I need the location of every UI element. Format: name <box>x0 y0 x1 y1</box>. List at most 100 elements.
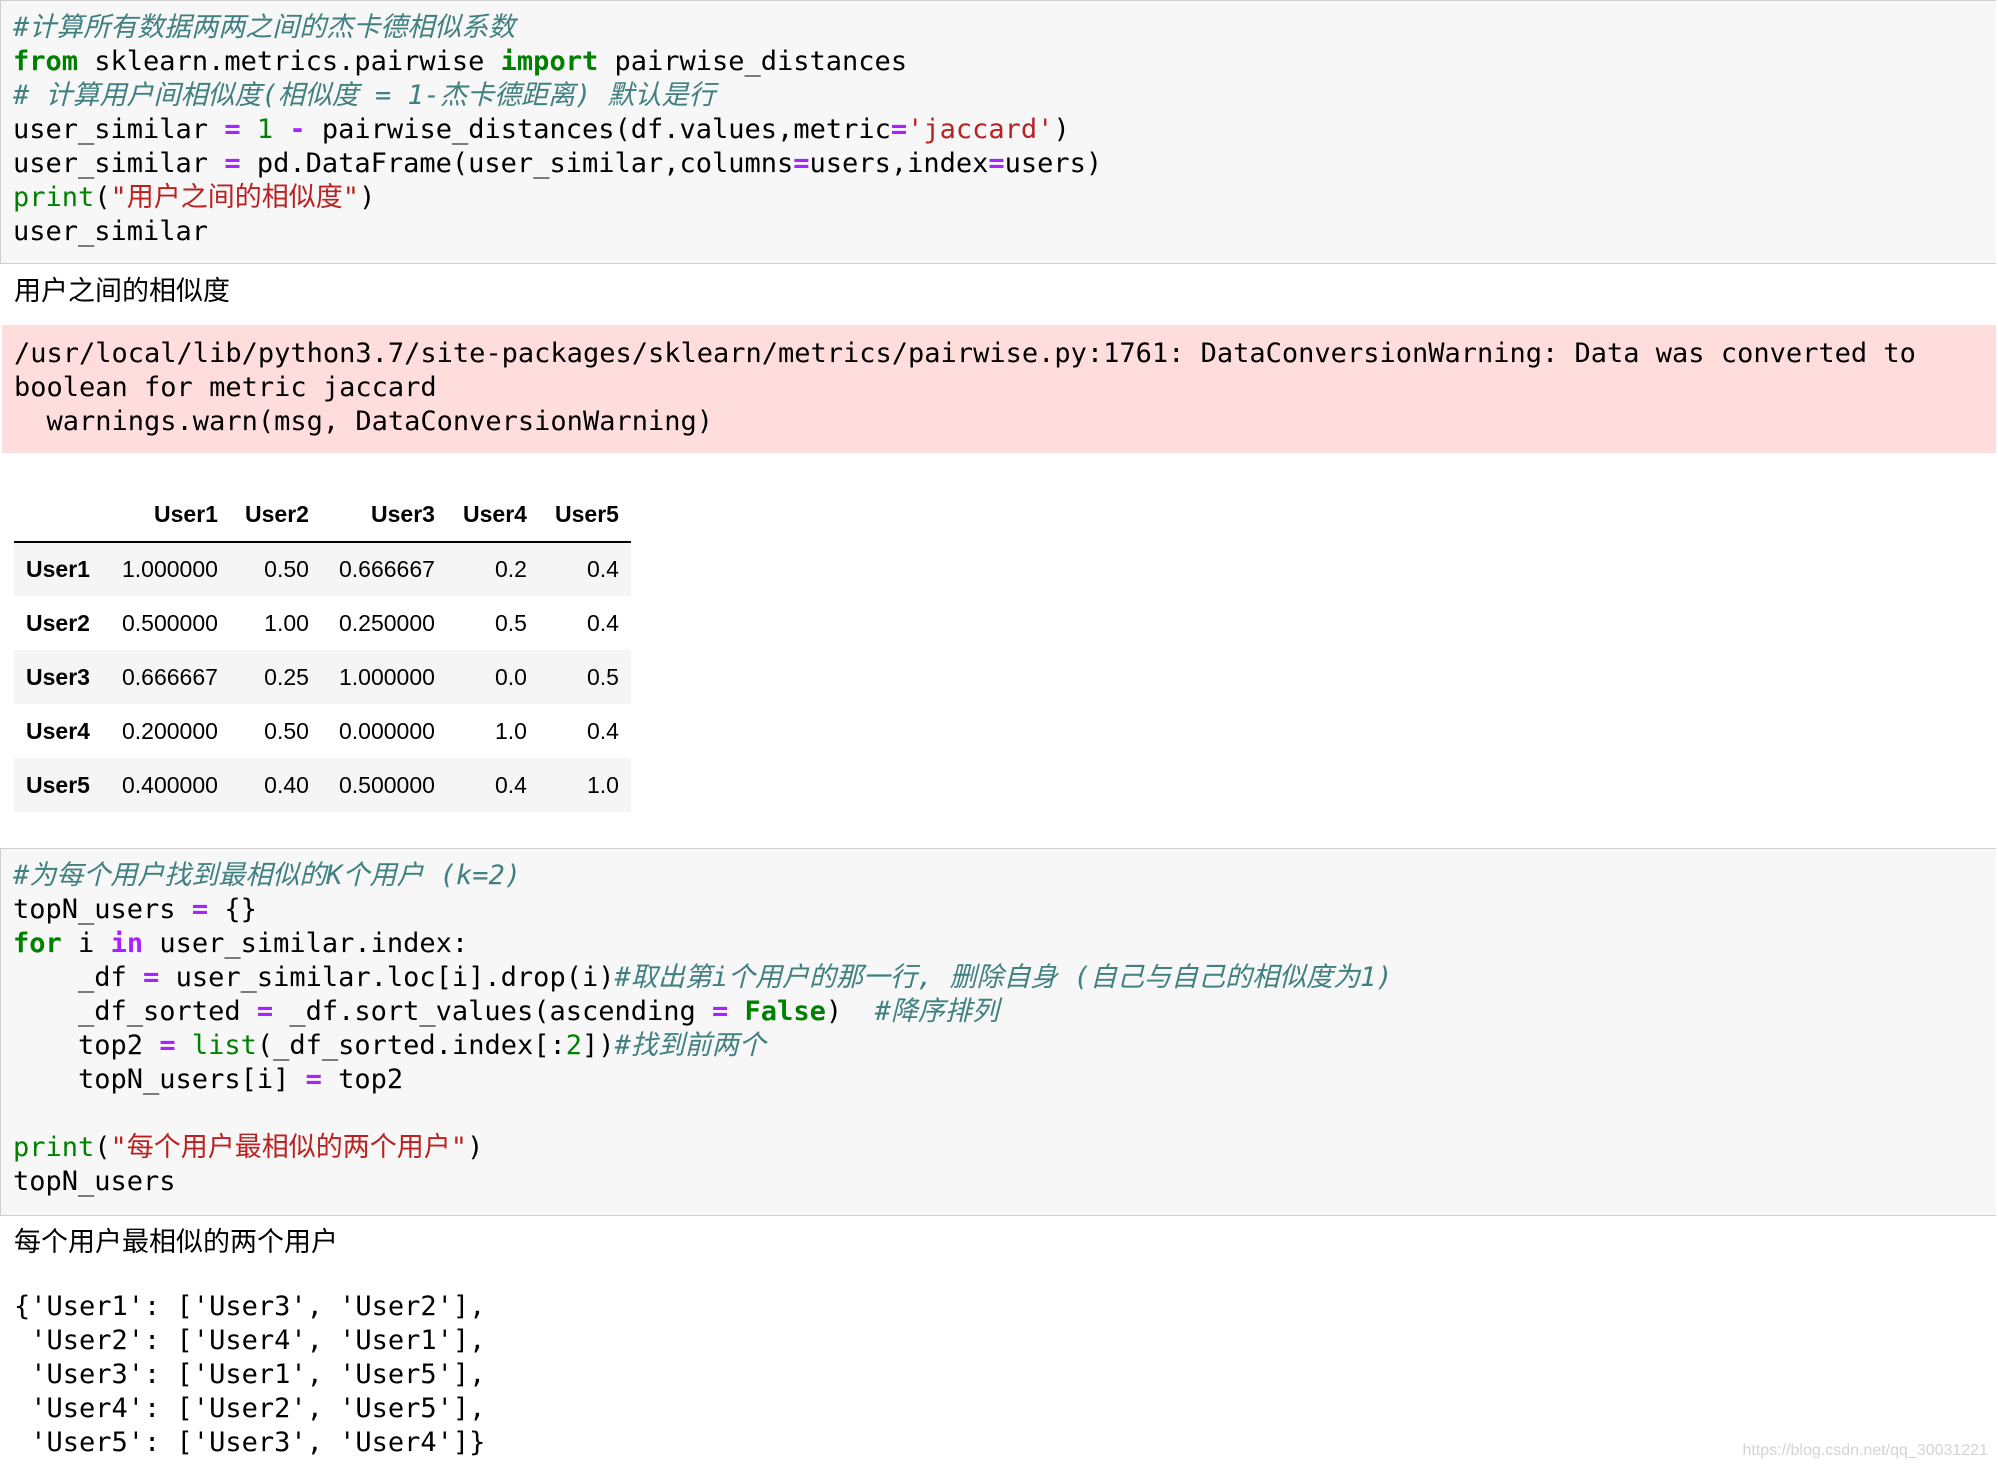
column-header: User2 <box>229 488 321 543</box>
table-cell: 0.200000 <box>122 717 218 744</box>
code-token: = <box>143 962 160 993</box>
warning-output: /usr/local/lib/python3.7/site-packages/s… <box>2 325 1996 453</box>
code-token: {} <box>208 894 257 925</box>
table-cell: 0.50 <box>264 556 309 582</box>
code-token: ) <box>1053 114 1070 145</box>
table-cell: 0.250000 <box>339 609 435 636</box>
column-header: User3 <box>320 488 447 543</box>
code-token: 'jaccard' <box>907 114 1054 145</box>
code-token: _df <box>13 962 144 993</box>
code-token: pd.DataFrame(user_similar,columns <box>240 148 794 179</box>
row-index-label: User3 <box>26 663 90 690</box>
code-token: - <box>289 114 306 145</box>
table-row: User5 0.400000 0.40 0.500000 0.4 1.0 <box>14 758 631 812</box>
code-token: user_similar.loc[i].drop(i) <box>159 962 615 993</box>
table-cell: 0.2 <box>494 556 527 582</box>
code-editor[interactable]: #为每个用户找到最相似的K个用户 (k=2) topN_users = {} f… <box>13 859 1393 1199</box>
code-token: users,index <box>809 148 989 179</box>
table-cell: 0.666667 <box>339 556 435 582</box>
table-cell: 0.40 <box>264 771 309 798</box>
code-token: = <box>712 996 729 1027</box>
table-cell: 0.500000 <box>122 609 218 636</box>
column-header: User4 <box>446 488 539 543</box>
code-token: topN_users <box>13 1166 176 1197</box>
table-index-header <box>14 488 110 543</box>
code-token: #计算所有数据两两之间的杰卡德相似系数 <box>13 12 516 43</box>
table-cell: 0.4 <box>586 609 619 636</box>
code-token: (_df_sorted.index[: <box>256 1030 566 1061</box>
row-index-label: User5 <box>26 771 90 798</box>
code-token: = <box>256 996 274 1027</box>
code-token: ( <box>94 1132 111 1163</box>
code-token: user_similar <box>13 148 225 179</box>
table-row: User4 0.200000 0.50 0.000000 1.0 0.4 <box>14 704 631 758</box>
code-token: users) <box>1004 148 1103 179</box>
code-token: print <box>13 182 95 213</box>
code-token: 1 <box>256 114 274 145</box>
table-cell: 0.50 <box>264 717 309 744</box>
code-token: print <box>13 1132 95 1163</box>
row-index-label: User1 <box>26 556 90 582</box>
table-cell: 1.0 <box>586 771 619 798</box>
table-cell: 0.4 <box>586 556 619 582</box>
code-token: ]) <box>582 1030 615 1061</box>
code-token: = <box>224 148 241 179</box>
code-token: _df_sorted <box>13 996 257 1027</box>
code-token: = <box>191 894 209 925</box>
code-token: import <box>500 46 599 77</box>
table-cell: 0.500000 <box>339 771 435 798</box>
code-token: ) <box>359 182 376 213</box>
code-token: user_similar <box>13 216 209 247</box>
code-editor[interactable]: #计算所有数据两两之间的杰卡德相似系数 from sklearn.metrics… <box>13 11 1102 249</box>
table-cell: 1.000000 <box>122 556 218 582</box>
code-token: "每个用户最相似的两个用户" <box>110 1132 468 1163</box>
code-token: for <box>13 928 62 959</box>
code-token: = <box>224 114 241 145</box>
result-dict-output: {'User1': ['User3', 'User2'], 'User2': [… <box>14 1291 486 1458</box>
code-token: = <box>305 1064 322 1095</box>
table-row: User1 1.000000 0.50 0.666667 0.2 0.4 <box>14 542 631 596</box>
table-cell: 0.5 <box>586 663 619 690</box>
table-row: User3 0.666667 0.25 1.000000 0.0 0.5 <box>14 650 631 704</box>
watermark: https://blog.csdn.net/qq_30031221 <box>1742 1442 1988 1459</box>
code-token: ) <box>467 1132 484 1163</box>
table-cell: 1.00 <box>264 609 309 636</box>
code-token: "用户之间的相似度" <box>110 182 360 213</box>
code-token: = <box>793 148 810 179</box>
code-token: = <box>159 1030 176 1061</box>
code-token: pairwise_distances <box>598 46 908 77</box>
column-header: User5 <box>538 488 631 543</box>
table-cell: 0.5 <box>494 609 527 636</box>
code-token: #取出第i个用户的那一行, 删除自身 (自己与自己的相似度为1) <box>614 962 1393 993</box>
code-token: #为每个用户找到最相似的K个用户 (k=2) <box>13 860 522 891</box>
table-cell: 1.000000 <box>339 663 435 690</box>
row-index-label: User2 <box>26 609 90 636</box>
code-token: ) <box>825 996 875 1027</box>
code-token: from <box>13 46 79 77</box>
table-row: User2 0.500000 1.00 0.250000 0.5 0.4 <box>14 596 631 650</box>
table-cell: 0.0 <box>494 663 527 690</box>
code-token: = <box>988 148 1005 179</box>
code-token: topN_users[i] <box>13 1064 306 1095</box>
code-cell-jaccard[interactable]: #计算所有数据两两之间的杰卡德相似系数 from sklearn.metrics… <box>0 0 1996 264</box>
code-token: #降序排列 <box>874 996 999 1027</box>
code-token: top2 <box>321 1064 404 1095</box>
table-cell: 0.4 <box>586 717 619 744</box>
code-token: list <box>191 1030 257 1061</box>
table-cell: 0.400000 <box>122 771 218 798</box>
code-token: = <box>890 114 908 145</box>
code-token: in <box>110 928 144 959</box>
table-cell: 0.000000 <box>339 717 435 744</box>
code-token: #找到前两个 <box>614 1030 766 1061</box>
table-header-row: User1 User2 User3 User4 User5 <box>14 488 631 543</box>
code-cell-topn[interactable]: #为每个用户找到最相似的K个用户 (k=2) topN_users = {} f… <box>0 848 1996 1216</box>
code-token: _df.sort_values(ascending <box>273 996 713 1027</box>
code-token: i <box>61 928 111 959</box>
code-token: user_similar <box>13 114 225 145</box>
code-token: False <box>744 996 826 1027</box>
output-print-text: 每个用户最相似的两个用户 <box>14 1227 338 1258</box>
code-token: user_similar.index: <box>143 928 469 959</box>
